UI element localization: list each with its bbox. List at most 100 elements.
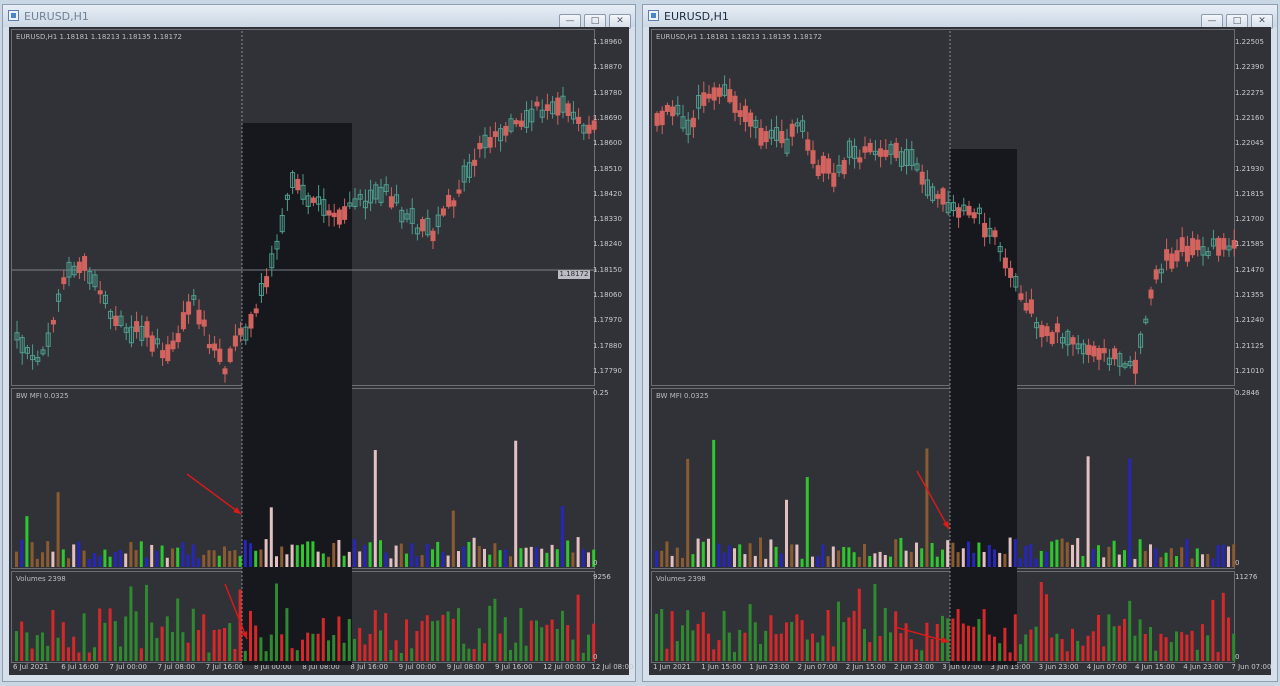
candle <box>815 165 821 177</box>
mfi-bar <box>477 546 481 567</box>
mfi-bar <box>420 555 424 567</box>
mfi-bar <box>1195 548 1199 567</box>
volume-bar <box>103 622 107 661</box>
mfi-bar <box>785 499 788 567</box>
volume-bar <box>863 628 866 661</box>
candle <box>1070 337 1076 345</box>
candle <box>1039 325 1045 338</box>
mfi-bar <box>202 554 206 567</box>
mfi-bar <box>1206 554 1210 567</box>
mfi-bar <box>529 546 533 567</box>
volume-bar <box>77 652 81 661</box>
volume-bar <box>51 609 55 661</box>
volume-bar <box>821 635 825 661</box>
mfi-bar <box>961 548 965 567</box>
candle <box>940 188 946 205</box>
mfi-bar <box>321 553 325 567</box>
volume-bar <box>311 633 315 661</box>
mfi-bar <box>119 549 122 567</box>
volume-tick-label: 9256 <box>593 573 611 581</box>
chart-area[interactable]: EURUSD,H1 1.18181 1.18213 1.18135 1.1817… <box>649 27 1271 675</box>
candle <box>1044 326 1050 337</box>
mfi-bar <box>41 552 44 567</box>
candle <box>670 106 676 117</box>
price-tick-label: 1.17970 <box>593 316 622 325</box>
mfi-bar <box>30 542 34 567</box>
volume-bar <box>150 622 154 661</box>
candle <box>331 212 337 218</box>
mfi-bar <box>451 510 455 567</box>
volume-bar <box>347 619 351 661</box>
mfi-bar <box>764 558 768 567</box>
volume-bar <box>1003 627 1007 661</box>
volume-bar <box>197 630 200 661</box>
mfi-bar <box>467 541 471 567</box>
volume-bar <box>280 634 284 661</box>
volume-bar <box>681 625 684 661</box>
price-tick-label: 1.22390 <box>1235 63 1264 72</box>
volume-bar <box>800 620 804 661</box>
volume-bar <box>249 610 252 661</box>
candle <box>206 344 212 349</box>
volume-bar <box>1169 642 1173 661</box>
mfi-bar <box>1076 538 1080 567</box>
volume-bar <box>451 618 455 661</box>
volume-bar <box>1149 626 1152 661</box>
candle <box>565 103 571 116</box>
mfi-bar <box>67 558 70 567</box>
volume-bar <box>1211 599 1215 661</box>
candle <box>513 120 519 125</box>
volume-bar <box>269 634 273 661</box>
candle <box>1195 239 1201 251</box>
mfi-bar <box>155 550 159 567</box>
candle <box>1028 299 1034 314</box>
candle <box>326 210 332 216</box>
volume-bar <box>15 631 18 661</box>
mfi-bar <box>1221 544 1225 567</box>
mfi-bar <box>1138 539 1142 567</box>
chart-window-right[interactable]: EURUSD,H1 — □ ✕ EURUSD,H1 1.18181 1.18213 … <box>642 4 1278 682</box>
mfi-bar <box>946 540 950 567</box>
title-bar[interactable]: EURUSD,H1 — □ ✕ <box>3 5 635 29</box>
mfi-bar <box>821 544 825 567</box>
mfi-bar <box>353 539 356 567</box>
volume-bar <box>805 639 809 661</box>
candle <box>1132 359 1138 374</box>
volume-bar <box>1086 635 1090 661</box>
mfi-bar <box>384 552 388 567</box>
volume-bar <box>41 632 44 661</box>
candle <box>732 95 738 113</box>
price-tick-label: 1.18240 <box>593 240 622 249</box>
mfi-bar <box>696 538 700 567</box>
volume-bar <box>467 648 471 661</box>
chart-window-left[interactable]: EURUSD,H1 — □ ✕ EURUSD,H1 1.18181 1.18213 … <box>2 4 636 682</box>
volume-bar <box>1133 635 1137 661</box>
chart-area[interactable]: EURUSD,H1 1.18181 1.18213 1.18135 1.1817… <box>9 27 633 675</box>
title-bar[interactable]: EURUSD,H1 — □ ✕ <box>643 5 1277 29</box>
candle <box>310 197 316 203</box>
candle <box>1112 348 1118 360</box>
price-tick-label: 1.22505 <box>1235 38 1264 46</box>
volume-bar <box>290 648 294 661</box>
mfi-bar <box>306 541 310 567</box>
volume-bar <box>425 615 429 661</box>
volume-bar <box>1097 614 1100 661</box>
mfi-bar <box>701 541 705 567</box>
price-tick-label: 1.21240 <box>1235 316 1264 325</box>
mfi-bar <box>545 552 549 567</box>
volume-bar <box>82 613 86 661</box>
volume-bar <box>363 644 367 661</box>
mfi-bar <box>524 547 528 567</box>
mfi-bar <box>379 540 382 567</box>
candle <box>1002 257 1008 269</box>
mfi-bar <box>805 477 809 567</box>
volume-bar <box>35 635 39 661</box>
volume-bar <box>275 583 278 661</box>
candle <box>165 344 171 362</box>
volume-bar <box>878 636 882 661</box>
volume-bar <box>217 629 221 661</box>
candle <box>253 308 259 314</box>
mfi-bar <box>774 546 778 567</box>
volume-bar <box>457 608 460 661</box>
mfi-bar <box>675 547 679 567</box>
